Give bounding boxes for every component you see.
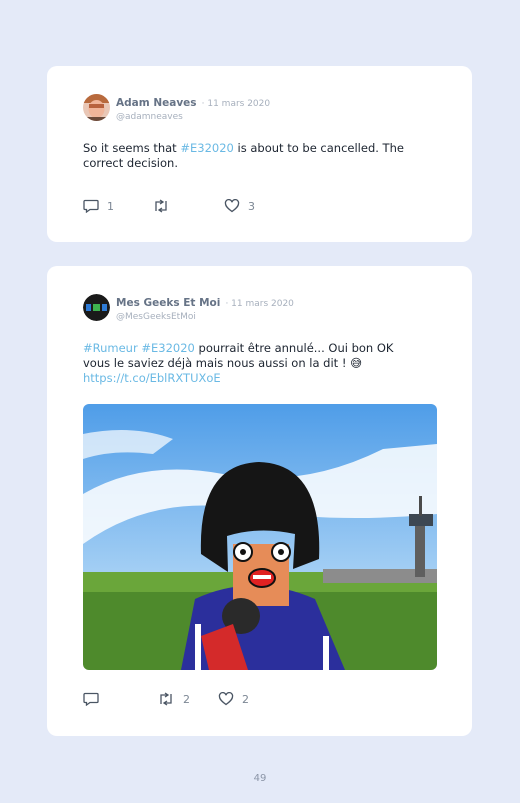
hashtag-link[interactable]: #E32020 bbox=[180, 141, 234, 155]
tweet-card: Adam Neaves · 11 mars 2020 @adamneaves S… bbox=[47, 66, 472, 242]
reply-count: 1 bbox=[107, 199, 114, 213]
page-number: 49 bbox=[253, 773, 267, 784]
tweet-date[interactable]: · 11 mars 2020 bbox=[202, 99, 270, 109]
author-handle[interactable]: @MesGeeksEtMoi bbox=[116, 311, 294, 324]
emoji: 😅 bbox=[350, 356, 363, 370]
tweet-media[interactable] bbox=[83, 404, 437, 670]
hashtag-link[interactable]: #Rumeur bbox=[83, 341, 138, 355]
avatar[interactable] bbox=[83, 294, 110, 321]
reply-button[interactable] bbox=[83, 692, 107, 706]
tweet-text: So it seems that #E32020 is about to be … bbox=[83, 141, 413, 171]
like-count: 3 bbox=[248, 199, 255, 213]
author-name[interactable]: Adam Neaves bbox=[116, 97, 197, 109]
hashtag-link[interactable]: #E32020 bbox=[141, 341, 195, 355]
author-handle[interactable]: @adamneaves bbox=[116, 111, 270, 124]
like-icon bbox=[218, 692, 234, 706]
like-icon bbox=[224, 199, 240, 213]
like-button[interactable]: 3 bbox=[224, 199, 255, 213]
reply-icon bbox=[83, 692, 99, 706]
retweet-button[interactable]: 2 bbox=[157, 692, 190, 706]
reply-button[interactable]: 1 bbox=[83, 199, 114, 213]
retweet-count: 2 bbox=[183, 692, 190, 706]
reply-icon bbox=[83, 199, 99, 213]
tweet-date[interactable]: · 11 mars 2020 bbox=[225, 299, 293, 309]
like-button[interactable]: 2 bbox=[218, 692, 249, 706]
tweet-header: Adam Neaves · 11 mars 2020 @adamneaves bbox=[83, 94, 270, 124]
like-count: 2 bbox=[242, 692, 249, 706]
retweet-button[interactable] bbox=[152, 199, 178, 213]
tweet-actions: 1 3 bbox=[83, 199, 293, 213]
retweet-icon bbox=[155, 199, 167, 213]
tweet-text: #Rumeur #E32020 pourrait être annulé... … bbox=[83, 341, 413, 386]
author-name[interactable]: Mes Geeks Et Moi bbox=[116, 297, 220, 309]
retweet-icon bbox=[160, 692, 172, 706]
tweet-header: Mes Geeks Et Moi · 11 mars 2020 @MesGeek… bbox=[83, 294, 294, 324]
tweet-actions: 2 2 bbox=[83, 692, 287, 706]
avatar[interactable] bbox=[83, 94, 110, 121]
tweet-text-part: So it seems that bbox=[83, 141, 181, 155]
tweet-card: Mes Geeks Et Moi · 11 mars 2020 @MesGeek… bbox=[47, 266, 472, 736]
tweet-link[interactable]: https://t.co/EblRXTUXoE bbox=[83, 371, 221, 385]
